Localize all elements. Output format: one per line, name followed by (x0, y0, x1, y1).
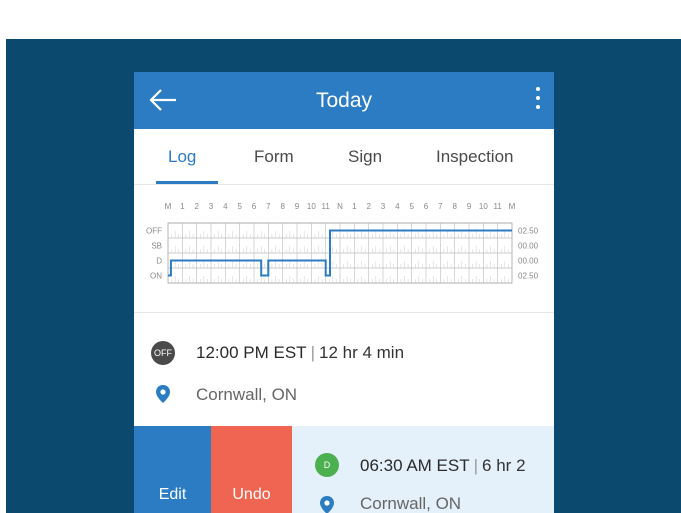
row-total: 00.00 (518, 242, 539, 251)
row-label: ON (150, 272, 162, 281)
hour-label: 11 (494, 202, 503, 211)
hour-label: 8 (280, 202, 285, 211)
phone-screen: Today Log Form Sign Inspection M12345678… (134, 72, 554, 513)
row-label: SB (151, 242, 162, 251)
entry-location: Cornwall, ON (360, 494, 462, 513)
tab-bar: Log Form Sign Inspection (134, 129, 554, 185)
log-entry-off[interactable]: OFF 12:00 PM EST | 12 hr 4 min Cornwall, O… (134, 313, 554, 427)
hour-label: 5 (409, 202, 414, 211)
tab-log[interactable]: Log (168, 147, 196, 167)
hour-label: 8 (452, 202, 457, 211)
active-tab-indicator (156, 181, 218, 184)
hour-label: 5 (237, 202, 242, 211)
log-entry-driving-swiped[interactable]: Edit Undo D 06:30 AM EST | 6 hr 2 Cornwall… (134, 426, 554, 513)
hour-label: N (337, 202, 343, 211)
hour-label: M (509, 202, 516, 211)
hour-label: 2 (366, 202, 371, 211)
hour-label: 11 (322, 202, 331, 211)
entry-duration: 12 hr 4 min (318, 343, 405, 362)
hour-label: 7 (438, 202, 443, 211)
entry-location: Cornwall, ON (196, 385, 298, 404)
tab-inspection[interactable]: Inspection (436, 147, 514, 167)
hour-label: 9 (295, 202, 300, 211)
hour-label: 9 (467, 202, 472, 211)
map-pin-icon (156, 385, 170, 403)
entry-time: 12:00 PM EST (196, 343, 307, 362)
hour-label: M (165, 202, 172, 211)
hour-label: 3 (209, 202, 214, 211)
hour-label: 6 (252, 202, 257, 211)
undo-button[interactable]: Undo (211, 426, 292, 513)
entry-duration: 6 hr 2 (482, 456, 526, 475)
row-total: 02.50 (518, 227, 539, 236)
hour-label: 4 (395, 202, 400, 211)
entry-time-row: 06:30 AM EST | 6 hr 2 (360, 456, 526, 475)
entry-time: 06:30 AM EST (360, 456, 470, 475)
hour-label: 1 (352, 202, 357, 211)
hour-label: 6 (424, 202, 429, 211)
tab-form[interactable]: Form (254, 147, 294, 167)
page-title: Today (315, 89, 373, 112)
row-total: 02.50 (518, 272, 539, 281)
log-entry-driving[interactable]: D 06:30 AM EST | 6 hr 2 Cornwall, ON (292, 426, 554, 513)
more-vertical-icon[interactable] (534, 87, 542, 115)
row-total: 00.00 (518, 257, 539, 266)
row-label: D (156, 257, 162, 266)
hour-label: 1 (180, 202, 185, 211)
hour-label: 2 (194, 202, 199, 211)
hour-label: 10 (307, 202, 316, 211)
hour-label: 7 (266, 202, 271, 211)
undo-button-label: Undo (232, 486, 271, 503)
map-pin-icon (320, 496, 334, 513)
status-badge: OFF (151, 341, 175, 365)
row-label: OFF (146, 227, 162, 236)
hour-label: 3 (381, 202, 386, 211)
hour-label: 10 (479, 202, 488, 211)
app-bar: Today (134, 72, 554, 129)
edit-button[interactable]: Edit (134, 426, 211, 513)
hour-label: 4 (223, 202, 228, 211)
tab-sign[interactable]: Sign (348, 147, 382, 167)
entry-time-row: 12:00 PM EST | 12 hr 4 min (196, 343, 405, 362)
edit-button-label: Edit (158, 486, 187, 503)
status-badge: D (315, 453, 339, 477)
log-graph[interactable]: M 1 2 3 4 5 6 7 8 9 10 11 N 1 2 3 4 5 6 7 8 9 10 11 M OFF 02.50 SB 0… (134, 185, 554, 313)
